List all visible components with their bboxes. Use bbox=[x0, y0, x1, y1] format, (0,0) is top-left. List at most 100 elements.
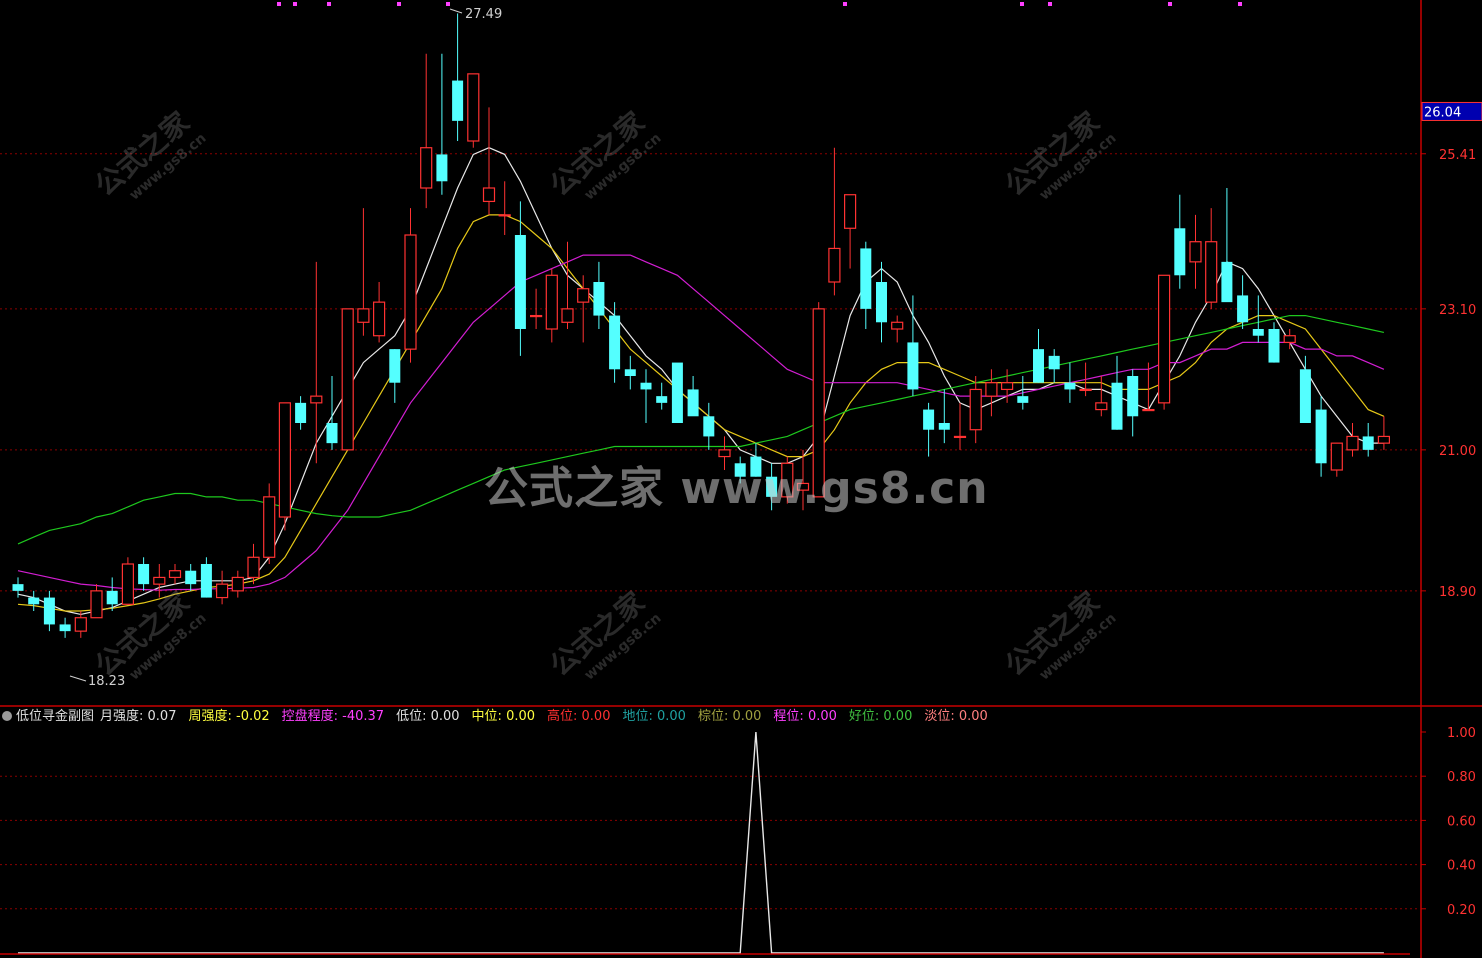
candle-body bbox=[1174, 228, 1186, 276]
candle-body bbox=[216, 583, 229, 599]
high-marker-arrow bbox=[449, 8, 463, 14]
candle-body bbox=[1221, 261, 1233, 303]
candle-body bbox=[953, 435, 967, 439]
candle-body bbox=[860, 248, 872, 309]
candle bbox=[781, 456, 794, 504]
candle bbox=[404, 208, 417, 363]
candle-body bbox=[907, 342, 919, 390]
candle-body bbox=[828, 247, 841, 283]
candle-body bbox=[59, 624, 71, 632]
indicator-item-label: 淡位: bbox=[924, 709, 959, 724]
candle-body bbox=[153, 576, 166, 585]
indicator-item-label: 中位: bbox=[471, 709, 507, 724]
indicator-item-value: 0.00 bbox=[506, 709, 536, 724]
candle bbox=[43, 590, 55, 632]
indicator-tick-label: 0.20 bbox=[1447, 903, 1476, 918]
candle-body bbox=[341, 308, 354, 451]
indicator-item-value: 0.00 bbox=[807, 709, 837, 724]
candle-body bbox=[969, 388, 982, 431]
signal-dot bbox=[397, 2, 401, 6]
candle bbox=[1111, 355, 1123, 430]
candle-body bbox=[1377, 435, 1391, 444]
indicator-tick-label: 1.00 bbox=[1447, 726, 1476, 741]
candle-body bbox=[326, 423, 338, 444]
candle bbox=[436, 53, 448, 195]
candle bbox=[985, 369, 998, 417]
candle-body bbox=[43, 597, 55, 625]
indicator-item-label: 周强度: bbox=[188, 709, 236, 724]
kline-chart[interactable]: 26.04 25.41 23.10 21.00 18.90 1.00 0.80 0.60 0.… bbox=[0, 0, 1482, 958]
candle bbox=[310, 261, 323, 464]
candle bbox=[624, 355, 636, 390]
candle bbox=[1157, 274, 1171, 410]
candle-body bbox=[1268, 329, 1280, 363]
candle-body bbox=[1237, 295, 1249, 323]
candle-body bbox=[843, 194, 857, 229]
indicator-item-value: 0.00 bbox=[581, 709, 611, 724]
indicator-item-label: 低位: bbox=[396, 709, 431, 724]
signal-dot bbox=[293, 2, 297, 6]
candle bbox=[326, 376, 338, 450]
high-label: 27.49 bbox=[465, 7, 502, 22]
candle-body bbox=[310, 395, 323, 404]
candle bbox=[529, 288, 543, 329]
indicator-tick-label: 0.80 bbox=[1447, 770, 1476, 785]
low-marker: 18.23 bbox=[69, 674, 125, 689]
candle-body bbox=[436, 154, 448, 182]
candle bbox=[389, 349, 401, 403]
candle-body bbox=[671, 362, 683, 423]
indicator-item-value: 0.00 bbox=[657, 709, 686, 724]
candle-body bbox=[938, 423, 950, 430]
candle bbox=[671, 362, 683, 423]
candle bbox=[1095, 376, 1108, 417]
ma-line-1 bbox=[17, 147, 1384, 616]
candle-body bbox=[28, 597, 40, 605]
candle bbox=[1299, 355, 1311, 423]
indicator-item-value: 0.07 bbox=[147, 709, 177, 724]
price-tick-label: 25.41 bbox=[1439, 148, 1476, 163]
collapse-icon[interactable] bbox=[2, 711, 12, 721]
candle bbox=[923, 402, 935, 457]
candle-body bbox=[734, 463, 746, 477]
candle bbox=[74, 611, 87, 638]
candle-body bbox=[482, 187, 496, 203]
candle-body bbox=[1095, 402, 1108, 411]
candle-body bbox=[452, 80, 464, 121]
candle-body bbox=[1079, 388, 1092, 392]
candle-body bbox=[703, 416, 715, 437]
candle bbox=[750, 443, 762, 477]
price-grid bbox=[0, 153, 1420, 592]
candle-body bbox=[357, 308, 370, 323]
candle bbox=[687, 376, 699, 417]
candle-body bbox=[545, 274, 558, 330]
candle bbox=[1283, 329, 1296, 350]
indicator-item: 高位: 0.00 bbox=[547, 709, 616, 724]
low-marker-arrow bbox=[69, 675, 87, 682]
indicator-item: 控盘程度: -40.37 bbox=[282, 709, 390, 724]
candle-body bbox=[168, 570, 182, 579]
candle bbox=[734, 456, 746, 484]
candle bbox=[953, 402, 967, 450]
signal-dot bbox=[1168, 2, 1172, 6]
signal-dot bbox=[1048, 2, 1052, 6]
signal-dot bbox=[327, 2, 331, 6]
moving-average-lines bbox=[17, 147, 1385, 616]
candle-body bbox=[1142, 408, 1155, 412]
candle-body bbox=[231, 576, 244, 592]
candle bbox=[1315, 396, 1327, 477]
candle bbox=[828, 147, 841, 296]
signal-dot bbox=[277, 2, 281, 6]
candle-body bbox=[593, 282, 605, 316]
candle-body bbox=[1330, 442, 1343, 471]
indicator-name[interactable]: 低位寻金副图 bbox=[16, 709, 94, 724]
ma-line-3 bbox=[17, 254, 1385, 591]
indicator-item-label: 控盘程度: bbox=[281, 709, 343, 724]
candle bbox=[467, 73, 480, 148]
candle bbox=[452, 13, 464, 141]
candle-body bbox=[750, 456, 762, 477]
indicator-item-label: 棕位: bbox=[697, 709, 733, 724]
signal-dot bbox=[446, 2, 450, 6]
candle bbox=[1189, 214, 1202, 289]
candle-body bbox=[295, 402, 307, 423]
indicator-item: 月强度: 0.07 bbox=[100, 709, 182, 724]
